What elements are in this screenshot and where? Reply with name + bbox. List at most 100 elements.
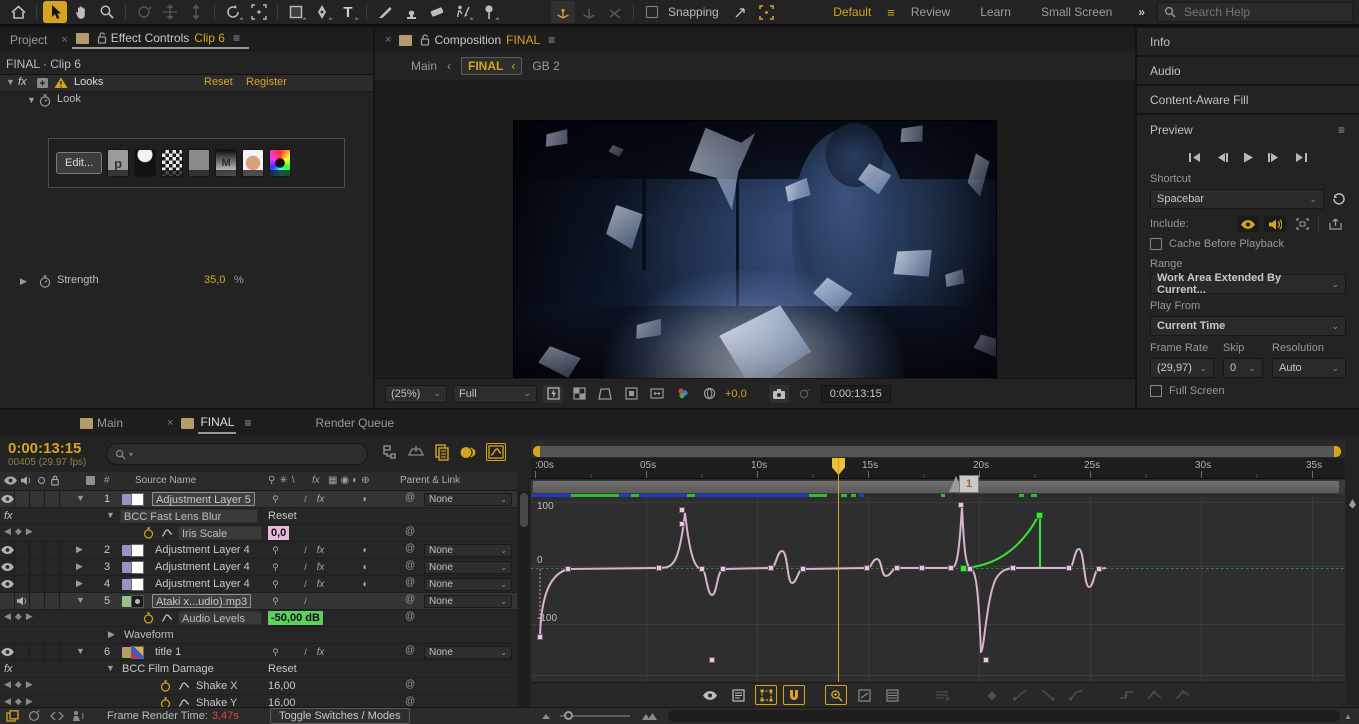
search-help-box[interactable] xyxy=(1157,2,1353,22)
live-update-icon[interactable] xyxy=(6,710,19,722)
fit-all-graphs-icon[interactable] xyxy=(881,685,903,705)
channel-settings-icon[interactable] xyxy=(673,385,693,403)
grid-guides-options-icon[interactable] xyxy=(755,1,779,23)
effect-row-fast-lens-blur[interactable]: fx ▼ BCC Fast Lens Blur Reset xyxy=(0,508,517,525)
full-screen-checkbox[interactable] xyxy=(1150,385,1162,397)
in-out-icon[interactable] xyxy=(50,710,64,722)
time-ruler[interactable]: :00s 05s 10s 15s 20s 25s 30s 35s xyxy=(531,458,1345,479)
fx-switch[interactable]: fx xyxy=(313,492,328,506)
quality-switch[interactable]: / xyxy=(298,543,313,557)
edit-look-button[interactable]: Edit... xyxy=(56,152,103,174)
fx-switch[interactable]: fx xyxy=(313,560,328,574)
frame-blending-icon[interactable] xyxy=(434,443,450,461)
pickwhip-icon[interactable]: @ xyxy=(405,696,415,707)
graph-filter-icon[interactable] xyxy=(699,685,721,705)
graph-toggle-icon[interactable] xyxy=(178,698,190,707)
reset-preview-icon[interactable] xyxy=(1332,192,1346,206)
property-value[interactable]: -50,00 dB xyxy=(268,611,323,625)
workspace-default[interactable]: Default xyxy=(819,5,885,19)
property-value[interactable]: 16,00 xyxy=(268,679,296,693)
parent-dropdown[interactable]: None ⌄ xyxy=(424,544,512,557)
local-axis-mode-icon[interactable] xyxy=(551,1,575,23)
shortcut-dropdown[interactable]: Spacebar ⌄ xyxy=(1150,189,1324,209)
stopwatch-icon[interactable] xyxy=(160,697,171,707)
breadcrumb-final[interactable]: FINAL ‹ xyxy=(461,57,523,75)
shy-switch[interactable]: ⚲ xyxy=(268,645,283,659)
pickwhip-icon[interactable]: @ xyxy=(405,526,415,537)
timeline-zoom-slider[interactable] xyxy=(560,711,630,721)
tab-project[interactable]: Project xyxy=(0,33,57,47)
snap-options-arrow-icon[interactable] xyxy=(729,1,753,23)
roto-brush-tool[interactable] xyxy=(451,1,475,23)
zoom-tool[interactable] xyxy=(95,1,119,23)
draft-3d-icon[interactable] xyxy=(407,444,425,460)
last-frame-button[interactable] xyxy=(1294,152,1308,163)
pickwhip-icon[interactable]: @ xyxy=(405,645,415,656)
shy-switch[interactable]: ⚲ xyxy=(268,577,283,591)
graph-type-icon[interactable] xyxy=(727,685,749,705)
shy-switch[interactable]: ⚲ xyxy=(268,594,283,608)
property-name[interactable]: Audio Levels xyxy=(178,611,262,625)
timeline-horizontal-scrollbar[interactable] xyxy=(668,710,1340,722)
layer-name[interactable]: Adjustment Layer 4 xyxy=(155,560,250,574)
pen-tool[interactable] xyxy=(310,1,334,23)
layer-name[interactable]: title 1 xyxy=(155,645,181,659)
audio-keyframe[interactable] xyxy=(1036,512,1043,519)
first-frame-button[interactable] xyxy=(1188,152,1202,163)
twirl-down-icon[interactable]: ▼ xyxy=(76,493,85,503)
layer-row-1[interactable]: ▼ 1 Adjustment Layer 5 ⚲ / fx ◐ @ None ⌄ xyxy=(0,491,517,508)
close-icon[interactable]: × xyxy=(163,417,177,429)
twirl-down-icon[interactable]: ▼ xyxy=(76,646,85,656)
pickwhip-icon[interactable]: @ xyxy=(405,492,415,503)
effect-register-link[interactable]: Register xyxy=(246,76,287,88)
audio-mute-icon[interactable] xyxy=(72,710,87,722)
effect-name[interactable]: BCC Film Damage xyxy=(122,662,214,676)
graph-editor-toggle[interactable] xyxy=(486,443,506,461)
quality-switch[interactable]: / xyxy=(298,560,313,574)
include-overlays-icon[interactable] xyxy=(1291,216,1313,232)
navigator-end-handle[interactable] xyxy=(1334,446,1341,457)
panel-info[interactable]: Info xyxy=(1137,28,1359,57)
toggle-switches-modes-button[interactable]: Toggle Switches / Modes xyxy=(270,708,410,724)
effect-row-film-damage[interactable]: fx ▼ BCC Film Damage Reset xyxy=(0,661,517,678)
include-audio-icon[interactable] xyxy=(1264,216,1286,232)
look-thumb-checker[interactable] xyxy=(161,149,184,177)
stopwatch-icon[interactable] xyxy=(143,612,154,624)
layer-name[interactable]: Adjustment Layer 5 xyxy=(152,492,255,506)
layer-row-2[interactable]: ▶ 2 Adjustment Layer 4 ⚲ / fx ◐ @ None ⌄ xyxy=(0,542,517,559)
keyframe-nav[interactable]: ◀◆▶ xyxy=(4,696,37,707)
pickwhip-icon[interactable]: @ xyxy=(405,577,415,588)
pen-add-icon[interactable] xyxy=(1347,498,1358,509)
hand-tool[interactable] xyxy=(69,1,93,23)
pickwhip-icon[interactable]: @ xyxy=(405,611,415,622)
share-preview-icon[interactable] xyxy=(1324,216,1346,232)
workspace-learn[interactable]: Learn xyxy=(966,5,1025,19)
view-axis-mode-icon[interactable] xyxy=(603,1,627,23)
next-frame-button[interactable] xyxy=(1267,152,1281,163)
shy-switch[interactable]: ⚲ xyxy=(268,543,283,557)
layer-row-6-title[interactable]: ▼ 6 title 1 ⚲ / fx @ None ⌄ xyxy=(0,644,517,661)
playhead-line[interactable] xyxy=(838,458,839,682)
skip-dropdown[interactable]: 0 ⌄ xyxy=(1223,358,1263,378)
look-thumb-color-wheel[interactable] xyxy=(269,149,292,177)
video-switch[interactable] xyxy=(0,491,15,507)
draft-icon[interactable] xyxy=(28,710,41,722)
graph-toggle-icon[interactable] xyxy=(161,528,173,537)
unlock-icon[interactable] xyxy=(420,34,430,46)
range-dropdown[interactable]: Work Area Extended By Current... ⌄ xyxy=(1150,272,1346,296)
graph-toggle-icon[interactable] xyxy=(178,681,190,690)
parent-dropdown[interactable]: None ⌄ xyxy=(424,561,512,574)
brush-tool[interactable] xyxy=(373,1,397,23)
composition-viewport[interactable] xyxy=(375,80,1135,390)
rotate-tool[interactable] xyxy=(221,1,245,23)
time-navigator[interactable] xyxy=(533,446,1341,457)
pickwhip-icon[interactable]: @ xyxy=(405,560,415,571)
timeline-search-box[interactable]: ▾ xyxy=(106,443,368,465)
snapshot-icon[interactable] xyxy=(768,384,789,403)
parent-dropdown[interactable]: None ⌄ xyxy=(424,646,512,659)
video-switch[interactable] xyxy=(0,644,15,660)
layer-row-3[interactable]: ▶ 3 Adjustment Layer 4 ⚲ / fx ◐ @ None ⌄ xyxy=(0,559,517,576)
panel-content-aware-fill[interactable]: Content-Aware Fill xyxy=(1137,86,1359,115)
parent-dropdown[interactable]: None ⌄ xyxy=(424,578,512,591)
workspace-menu-icon[interactable]: ≡ xyxy=(887,5,895,20)
